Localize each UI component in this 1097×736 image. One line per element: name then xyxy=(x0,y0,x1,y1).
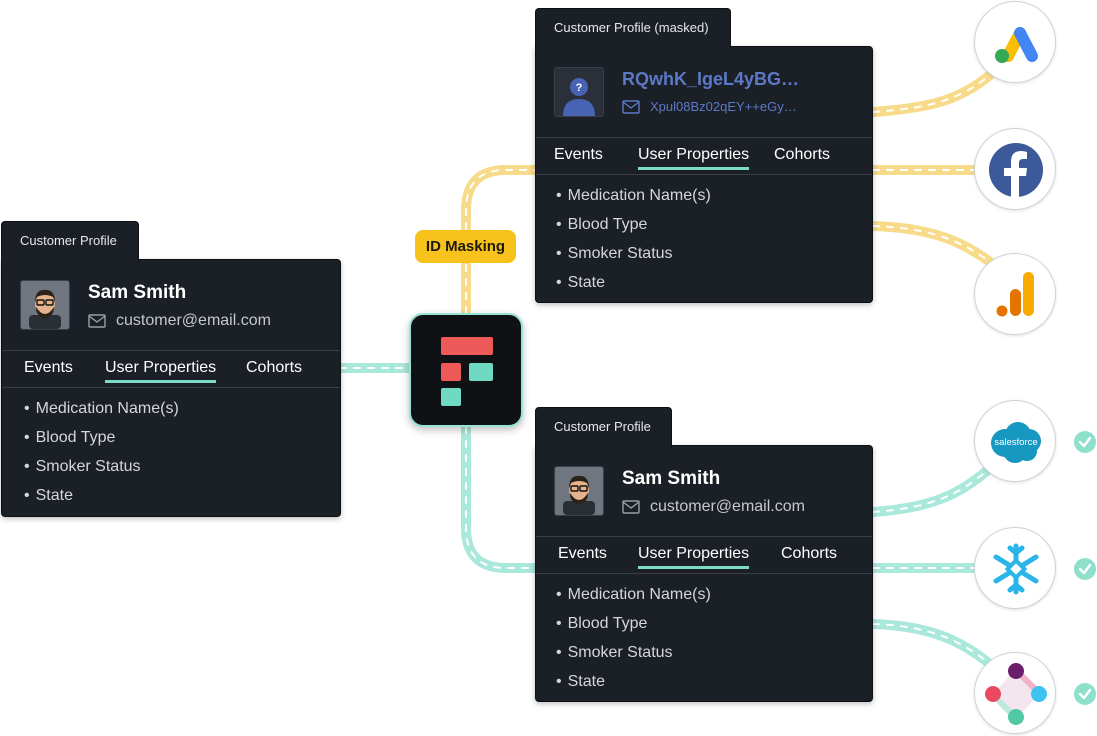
card-tab-label: Customer Profile xyxy=(535,407,672,449)
list-item: Medication Name(s) xyxy=(556,187,872,216)
path-to-google-analytics xyxy=(868,221,995,267)
property-list: Medication Name(s) Blood Type Smoker Sta… xyxy=(536,175,872,303)
list-item: Smoker Status xyxy=(556,245,872,274)
tab-cohorts[interactable]: Cohorts xyxy=(781,545,837,563)
card-tab-label: Customer Profile xyxy=(1,221,139,263)
destination-google-analytics[interactable] xyxy=(974,253,1056,335)
id-masking-badge: ID Masking xyxy=(415,230,516,263)
profile-email: customer@email.com xyxy=(116,312,271,329)
salesforce-logo-text: salesforce xyxy=(994,437,1037,448)
google-analytics-icon xyxy=(996,272,1034,317)
masked-profile-name: RQwhK_IgeL4yBG… xyxy=(622,69,800,89)
path-hub-to-clear xyxy=(461,422,540,573)
tab-events[interactable]: Events xyxy=(558,545,607,563)
destination-snowflake[interactable] xyxy=(974,527,1056,609)
path-to-segment xyxy=(868,619,995,669)
logo-block-red xyxy=(441,363,461,381)
avatar xyxy=(554,466,604,516)
path-to-salesforce xyxy=(868,463,995,517)
mail-icon xyxy=(88,314,106,328)
check-icon xyxy=(1074,558,1096,580)
person-avatar-icon xyxy=(555,467,603,515)
check-icon xyxy=(1074,683,1096,705)
list-item: State xyxy=(24,487,340,516)
profile-name: Sam Smith xyxy=(622,468,721,489)
list-item: Medication Name(s) xyxy=(556,586,872,615)
destination-segment[interactable] xyxy=(974,652,1056,734)
svg-text:?: ? xyxy=(576,82,583,94)
destination-google-ads[interactable] xyxy=(974,1,1056,83)
salesforce-icon: salesforce xyxy=(991,422,1041,463)
list-item: State xyxy=(556,274,872,303)
unknown-person-icon: ? xyxy=(555,68,603,116)
tab-user-properties[interactable]: User Properties xyxy=(105,359,217,383)
mail-icon xyxy=(622,99,640,114)
path-to-google-ads xyxy=(868,70,995,117)
hub-logo-icon xyxy=(409,313,523,427)
list-item: Smoker Status xyxy=(556,644,872,673)
tab-events[interactable]: Events xyxy=(24,359,73,377)
profile-name: Sam Smith xyxy=(88,282,187,303)
check-icon xyxy=(1074,431,1096,453)
tab-user-properties[interactable]: User Properties xyxy=(638,146,750,170)
list-item: Blood Type xyxy=(556,216,872,245)
list-item: Medication Name(s) xyxy=(24,400,340,429)
property-list: Medication Name(s) Blood Type Smoker Sta… xyxy=(2,388,340,516)
avatar-placeholder: ? xyxy=(554,67,604,117)
profile-email: customer@email.com xyxy=(650,498,805,515)
card-tab-label: Customer Profile (masked) xyxy=(535,8,731,50)
tab-cohorts[interactable]: Cohorts xyxy=(774,146,830,164)
segment-diamond-icon xyxy=(985,663,1047,725)
list-item: Blood Type xyxy=(556,615,872,644)
list-item: State xyxy=(556,673,872,702)
logo-block-mint-bottom xyxy=(441,388,461,406)
logo-bar-top xyxy=(441,337,493,355)
avatar xyxy=(20,280,70,330)
tab-user-properties[interactable]: User Properties xyxy=(638,545,750,569)
person-avatar-icon xyxy=(21,281,69,329)
destination-facebook[interactable] xyxy=(974,128,1056,210)
list-item: Blood Type xyxy=(24,429,340,458)
mail-icon xyxy=(622,500,640,514)
list-item: Smoker Status xyxy=(24,458,340,487)
snowflake-icon xyxy=(993,543,1039,595)
destination-salesforce[interactable]: salesforce xyxy=(974,400,1056,482)
facebook-icon xyxy=(989,143,1043,197)
logo-block-mint-right xyxy=(469,363,493,381)
property-list: Medication Name(s) Blood Type Smoker Sta… xyxy=(536,574,872,702)
google-ads-icon xyxy=(995,27,1038,63)
tab-cohorts[interactable]: Cohorts xyxy=(246,359,302,377)
tab-events[interactable]: Events xyxy=(554,146,603,164)
masked-profile-email: Xpul08Bz02qEY++eGy… xyxy=(650,99,797,114)
